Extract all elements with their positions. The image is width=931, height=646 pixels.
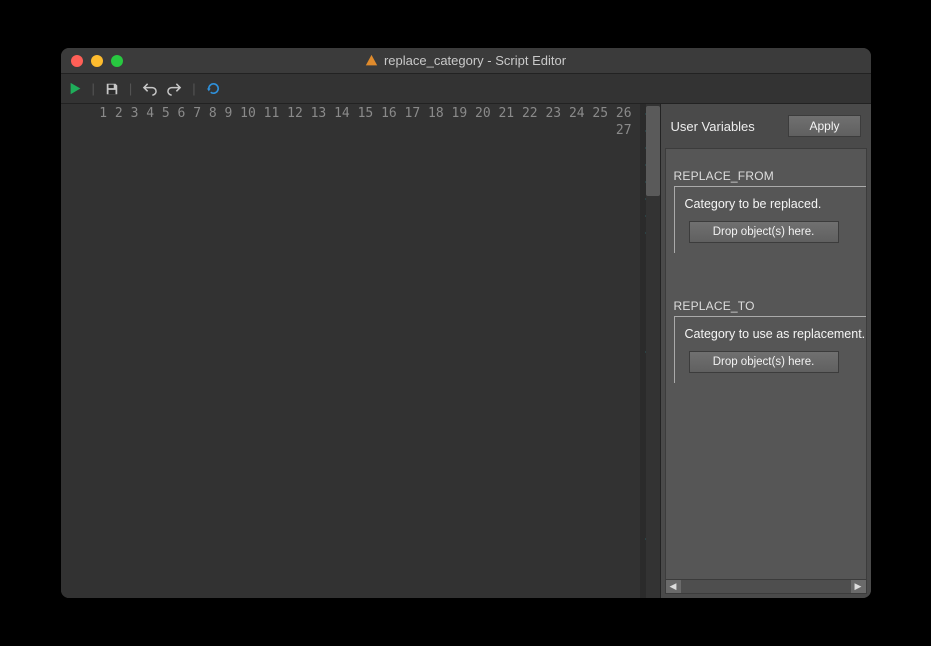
- apply-button[interactable]: Apply: [788, 115, 860, 137]
- maximize-icon[interactable]: [111, 55, 123, 67]
- panel-title: User Variables: [671, 119, 755, 134]
- window: replace_category - Script Editor | | | 1…: [61, 48, 871, 598]
- scroll-right-icon[interactable]: ▶: [851, 580, 866, 593]
- scroll-track[interactable]: [681, 580, 851, 593]
- vertical-scrollbar[interactable]: [646, 104, 660, 598]
- redo-button[interactable]: [167, 81, 182, 96]
- variable-name: REPLACE_TO: [674, 299, 866, 313]
- variable-block: REPLACE_FROM Category to be replaced. Dr…: [674, 169, 866, 253]
- variable-box: Category to use as replacement. Drop obj…: [674, 316, 867, 383]
- close-icon[interactable]: [71, 55, 83, 67]
- run-button[interactable]: [69, 82, 82, 95]
- user-variables-panel: User Variables Apply REPLACE_FROM Catego…: [661, 104, 871, 598]
- separator: |: [192, 81, 195, 96]
- minimize-icon[interactable]: [91, 55, 103, 67]
- variable-comment: Category to use as replacement.: [685, 327, 867, 341]
- drop-target[interactable]: Drop object(s) here.: [689, 221, 839, 243]
- body: 1 2 3 4 5 6 7 8 9 10 11 12 13 14 15 16 1…: [61, 104, 871, 598]
- titlebar: replace_category - Script Editor: [61, 48, 871, 74]
- variable-name: REPLACE_FROM: [674, 169, 866, 183]
- separator: |: [92, 81, 95, 96]
- horizontal-scrollbar[interactable]: ◀ ▶: [666, 579, 866, 593]
- panel-body: REPLACE_FROM Category to be replaced. Dr…: [665, 148, 867, 594]
- panel-header: User Variables Apply: [661, 104, 871, 148]
- app-icon: [365, 54, 378, 67]
- toolbar: | | |: [61, 74, 871, 104]
- save-button[interactable]: [105, 82, 119, 96]
- line-gutter: 1 2 3 4 5 6 7 8 9 10 11 12 13 14 15 16 1…: [61, 104, 640, 598]
- scroll-thumb[interactable]: [646, 106, 660, 196]
- drop-target[interactable]: Drop object(s) here.: [689, 351, 839, 373]
- separator: |: [129, 81, 132, 96]
- variable-block: REPLACE_TO Category to use as replacemen…: [674, 299, 866, 383]
- scroll-left-icon[interactable]: ◀: [666, 580, 681, 593]
- undo-button[interactable]: [142, 81, 157, 96]
- variable-comment: Category to be replaced.: [685, 197, 867, 211]
- code-editor[interactable]: 1 2 3 4 5 6 7 8 9 10 11 12 13 14 15 16 1…: [61, 104, 661, 598]
- traffic-lights: [61, 55, 123, 67]
- reload-button[interactable]: [206, 81, 221, 96]
- variable-box: Category to be replaced. Drop object(s) …: [674, 186, 867, 253]
- window-title: replace_category - Script Editor: [384, 53, 566, 68]
